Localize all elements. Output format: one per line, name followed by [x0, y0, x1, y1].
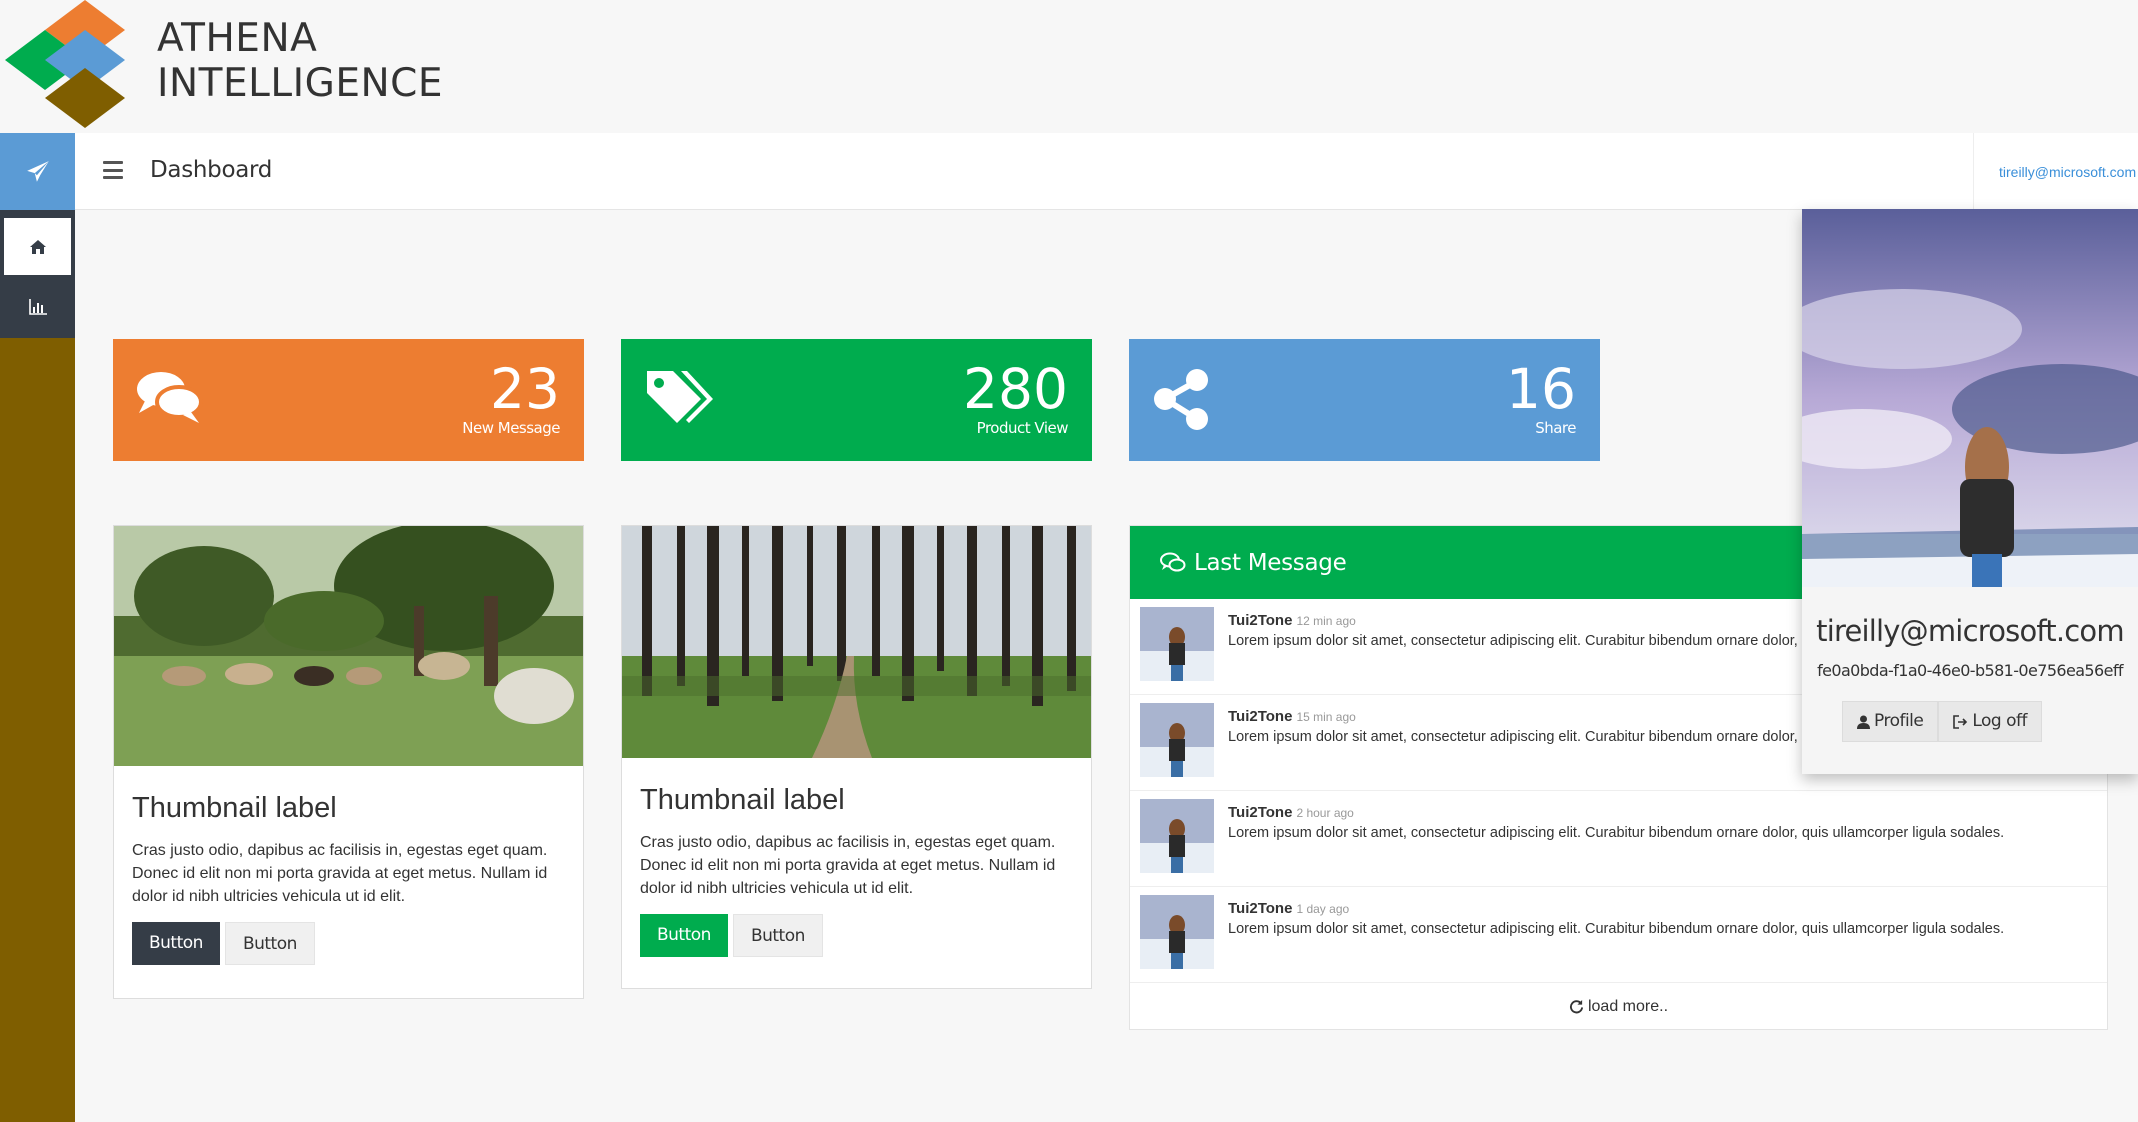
user-dropdown-card: tireilly@microsoft.com fe0a0bda-f1a0-46e… — [1802, 209, 2138, 774]
message-item[interactable]: Tui2Tone 1 day ago Lorem ipsum dolor sit … — [1130, 887, 2107, 983]
user-icon — [1857, 715, 1870, 729]
page-title: Dashboard — [150, 157, 273, 183]
avatar — [1140, 607, 1214, 681]
avatar — [1140, 799, 1214, 873]
thumbnail-card: Thumbnail label Cras justo odio, dapibus… — [113, 525, 584, 999]
stat-tile-messages[interactable]: 23 New Message — [113, 339, 584, 461]
pasture-image — [114, 526, 583, 766]
thumbnail-primary-button[interactable]: Button — [132, 922, 220, 965]
message-time: 1 day ago — [1296, 902, 1350, 916]
message-text: Lorem ipsum dolor sit amet, consectetur … — [1228, 921, 2005, 937]
stat-value: 16 — [1506, 357, 1576, 421]
bar-chart-icon — [28, 298, 47, 315]
comments-icon — [137, 372, 203, 423]
message-text: Lorem ipsum dolor sit amet, consectetur … — [1228, 825, 2005, 841]
stat-value: 23 — [490, 357, 560, 421]
log-off-button[interactable]: Log off — [1938, 701, 2042, 742]
card-user-id: fe0a0bda-f1a0-46e0-b581-0e756ea56eff — [1817, 661, 2123, 680]
thumbnail-card: Thumbnail label Cras justo odio, dapibus… — [621, 525, 1092, 989]
forest-image — [622, 526, 1091, 758]
card-user-email: tireilly@microsoft.com — [1816, 614, 2124, 648]
panel-title: Last Message — [1194, 549, 1347, 576]
sidebar — [0, 133, 75, 1122]
thumbnail-caption: Thumbnail label Cras justo odio, dapibus… — [114, 792, 583, 965]
message-time: 2 hour ago — [1296, 806, 1354, 820]
sidebar-divider — [0, 210, 75, 218]
avatar — [1140, 895, 1214, 969]
profile-button-label: Profile — [1874, 711, 1924, 731]
log-off-button-label: Log off — [1972, 711, 2027, 731]
message-author: Tui2Tone 2 hour ago — [1228, 804, 1354, 821]
thumbnail-secondary-button[interactable]: Button — [224, 922, 315, 965]
stat-tile-shares[interactable]: 16 Share — [1129, 339, 1600, 461]
thumbnail-title: Thumbnail label — [132, 792, 337, 824]
top-bar: Dashboard tireilly@microsoft.com — [75, 133, 2138, 210]
message-author: Tui2Tone 1 day ago — [1228, 900, 1350, 917]
brand-line-2: INTELLIGENCE — [157, 61, 444, 106]
thumbnail-text: Cras justo odio, dapibus ac facilisis in… — [640, 834, 1056, 897]
home-icon — [29, 239, 46, 254]
comments-icon — [1160, 552, 1186, 571]
refresh-icon — [1569, 999, 1584, 1014]
user-menu-toggle[interactable]: tireilly@microsoft.com — [1973, 133, 2138, 210]
profile-button[interactable]: Profile — [1842, 701, 1939, 742]
message-time: 12 min ago — [1296, 614, 1356, 628]
load-more-link[interactable]: load more.. — [1130, 983, 2107, 1030]
stat-tile-product-views[interactable]: 280 Product View — [621, 339, 1092, 461]
stat-value: 280 — [963, 357, 1068, 421]
stat-label: Product View — [976, 419, 1069, 437]
message-time: 15 min ago — [1296, 710, 1356, 724]
load-more-label: load more.. — [1587, 997, 1669, 1015]
brand-name: ATHENA INTELLIGENCE — [157, 16, 443, 106]
message-author: Tui2Tone 12 min ago — [1228, 612, 1356, 629]
diamond-logo-icon — [5, 0, 125, 128]
sidebar-brand-button[interactable] — [0, 133, 75, 210]
thumbnail-secondary-button[interactable]: Button — [732, 914, 823, 957]
sidebar-item-charts[interactable] — [0, 275, 75, 338]
log-out-icon — [1953, 714, 1968, 729]
brand-line-1: ATHENA — [157, 16, 318, 61]
message-author: Tui2Tone 15 min ago — [1228, 708, 1356, 725]
thumbnail-text: Cras justo odio, dapibus ac facilisis in… — [132, 842, 548, 905]
thumbnail-primary-button[interactable]: Button — [640, 914, 728, 957]
tags-icon — [647, 371, 713, 423]
brand-header: ATHENA INTELLIGENCE — [0, 0, 2138, 133]
menu-toggle-button[interactable] — [103, 161, 123, 179]
thumbnail-caption: Thumbnail label Cras justo odio, dapibus… — [622, 784, 1091, 957]
stat-label: Share — [1535, 419, 1576, 437]
paper-plane-icon — [26, 160, 49, 182]
thumbnail-title: Thumbnail label — [640, 784, 845, 816]
avatar — [1140, 703, 1214, 777]
sidebar-item-home[interactable] — [0, 218, 75, 275]
message-item[interactable]: Tui2Tone 2 hour ago Lorem ipsum dolor sit… — [1130, 791, 2107, 887]
user-profile-photo — [1802, 209, 2138, 587]
share-icon — [1154, 369, 1208, 430]
stat-label: New Message — [462, 419, 560, 437]
